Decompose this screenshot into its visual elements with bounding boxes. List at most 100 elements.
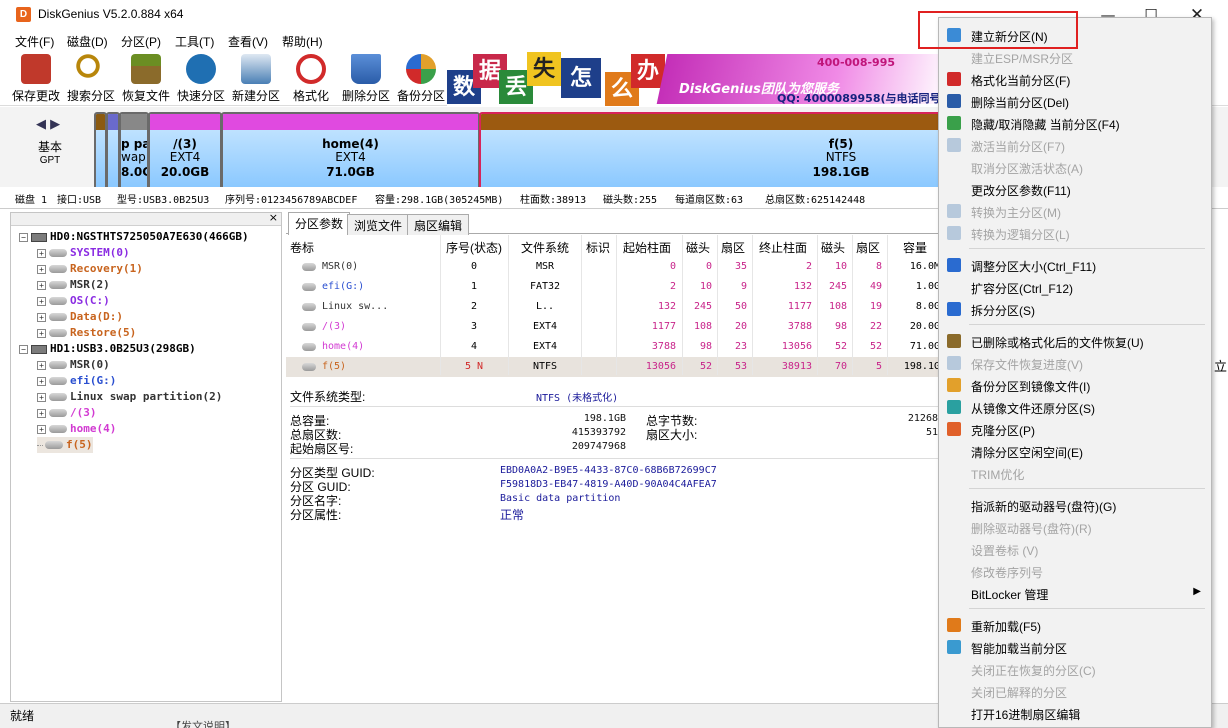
tree-partition-node[interactable]: + Restore(5): [37, 325, 136, 341]
column-header[interactable]: 文件系统: [510, 239, 580, 256]
tab-sector-editor[interactable]: 扇区编辑: [407, 214, 470, 235]
menu-item-label: 修改卷序列号: [971, 566, 1044, 580]
menu-item-label: 更改分区参数(F11): [971, 184, 1071, 198]
tree-close-icon[interactable]: ×: [269, 211, 278, 224]
expand-icon[interactable]: +: [37, 328, 46, 338]
cell-eh: 245: [828, 281, 847, 292]
menu-view[interactable]: 查看(V): [228, 33, 268, 50]
menu-item[interactable]: 扩容分区(Ctrl_F12): [939, 276, 1211, 298]
tree-partition-node[interactable]: + Linux swap partition(2): [37, 389, 222, 405]
collapse-icon[interactable]: −: [19, 232, 28, 242]
promo-banner[interactable]: 数 据 丢 失 怎 么 办 DiskGenius团队为您服务 400-008-9…: [447, 50, 940, 106]
tree-partition-node[interactable]: + Data(D:): [37, 309, 123, 325]
new-partition-button[interactable]: 新建分区: [228, 50, 284, 105]
table-row[interactable]: /(3) 3 EXT4 1177 108 20 3788 98 22 20.0G: [286, 317, 940, 337]
expand-icon[interactable]: +: [37, 424, 46, 434]
menu-item[interactable]: 删除当前分区(Del): [939, 90, 1211, 112]
column-header[interactable]: 标识: [582, 239, 614, 256]
backup-partition-button[interactable]: 备份分区: [393, 50, 449, 105]
total-capacity-value: 198.1GB: [583, 413, 626, 424]
menu-item[interactable]: 拆分分区(S): [939, 298, 1211, 320]
split-icon: [947, 302, 961, 316]
tab-browse-files[interactable]: 浏览文件: [347, 214, 410, 235]
expand-icon[interactable]: +: [37, 280, 46, 290]
table-row[interactable]: f(5) 5 N NTFS 13056 52 53 38913 70 5 198.1G: [286, 357, 940, 377]
search-partition-button[interactable]: 搜索分区: [63, 50, 119, 105]
column-header[interactable]: 终止柱面: [754, 239, 812, 256]
menu-item-label: 备份分区到镜像文件(I): [971, 380, 1091, 394]
column-header[interactable]: 卷标: [290, 239, 438, 256]
menu-item[interactable]: 已删除或格式化后的文件恢复(U): [939, 330, 1211, 352]
column-header[interactable]: 序号(状态): [442, 239, 506, 256]
tree-partition-node[interactable]: + efi(G:): [37, 373, 116, 389]
menu-item[interactable]: 重新加载(F5): [939, 614, 1211, 636]
tree-partition-node[interactable]: + OS(C:): [37, 293, 110, 309]
column-header[interactable]: 容量: [890, 239, 940, 256]
expand-icon[interactable]: +: [37, 264, 46, 274]
column-header[interactable]: 扇区: [719, 239, 747, 256]
menu-tools[interactable]: 工具(T): [175, 33, 214, 50]
cell-label: efi(G:): [322, 281, 365, 292]
menu-file[interactable]: 文件(F): [15, 33, 54, 50]
expand-icon[interactable]: +: [37, 312, 46, 322]
menu-item[interactable]: 打开16进制扇区编辑: [939, 702, 1211, 724]
expand-icon[interactable]: +: [37, 376, 46, 386]
table-row[interactable]: Linux sw... 2 L.. 132 245 50 1177 108 19 8.0G: [286, 297, 940, 317]
menu-separator: [969, 248, 1205, 249]
menu-partition[interactable]: 分区(P): [121, 33, 161, 50]
menu-item[interactable]: 克隆分区(P): [939, 418, 1211, 440]
tree-node-label: /(3): [70, 406, 97, 419]
recover-files-button[interactable]: 恢复文件: [118, 50, 174, 105]
table-row[interactable]: efi(G:) 1 FAT32 2 10 9 132 245 49 1.0G: [286, 277, 940, 297]
partition-block-f[interactable]: f(5) NTFS 198.1GB: [479, 112, 949, 190]
menu-help[interactable]: 帮助(H): [282, 33, 323, 50]
menu-item[interactable]: 更改分区参数(F11): [939, 178, 1211, 200]
menu-item-label: 隐藏/取消隐藏 当前分区(F4): [971, 118, 1120, 132]
expand-icon[interactable]: +: [37, 248, 46, 258]
tab-partition-params[interactable]: 分区参数: [288, 212, 351, 235]
menu-item[interactable]: BitLocker 管理 ▶: [939, 582, 1211, 604]
menu-item[interactable]: 调整分区大小(Ctrl_F11): [939, 254, 1211, 276]
expand-icon[interactable]: +: [37, 360, 46, 370]
menu-item[interactable]: 备份分区到镜像文件(I): [939, 374, 1211, 396]
column-header[interactable]: 起始柱面: [618, 239, 676, 256]
partition-block-efi[interactable]: [106, 112, 120, 190]
table-row[interactable]: home(4) 4 EXT4 3788 98 23 13056 52 52 71.0G: [286, 337, 940, 357]
menu-item[interactable]: 指派新的驱动器号(盘符)(G): [939, 494, 1211, 516]
menu-item-label: 调整分区大小(Ctrl_F11): [971, 260, 1097, 274]
format-button[interactable]: 格式化: [283, 50, 339, 105]
tree-partition-node[interactable]: f(5): [37, 437, 93, 453]
menu-disk[interactable]: 磁盘(D): [67, 33, 108, 50]
partition-block-swap[interactable]: p pa wap p 8.0GI: [119, 112, 149, 190]
cell-label: Linux sw...: [322, 301, 389, 312]
tree-disk-node[interactable]: − HD1:USB3.0B25U3(298GB): [19, 341, 196, 357]
tree-disk-node[interactable]: − HD0:NGSTHTS725050A7E630(466GB): [19, 229, 249, 245]
partition-block-root[interactable]: /(3) EXT4 20.0GB: [148, 112, 222, 190]
expand-icon[interactable]: +: [37, 392, 46, 402]
table-row[interactable]: MSR(0) 0 MSR 0 0 35 2 10 8 16.0M: [286, 257, 940, 277]
partition-block-home[interactable]: home(4) EXT4 71.0GB: [221, 112, 480, 190]
disk-nav-arrows[interactable]: ◀ ▶: [36, 117, 60, 132]
column-header[interactable]: 磁头: [819, 239, 847, 256]
tree-partition-node[interactable]: + MSR(0): [37, 357, 110, 373]
tree-partition-node[interactable]: + Recovery(1): [37, 261, 143, 277]
delete-partition-button[interactable]: 删除分区: [338, 50, 394, 105]
quick-partition-button[interactable]: 快速分区: [173, 50, 229, 105]
column-header[interactable]: 磁头: [684, 239, 712, 256]
disk-capacity: 容量:298.1GB(305245MB): [375, 195, 504, 206]
menu-item[interactable]: 清除分区空闲空间(E): [939, 440, 1211, 462]
menu-item[interactable]: 格式化当前分区(F): [939, 68, 1211, 90]
menu-item[interactable]: 智能加载当前分区: [939, 636, 1211, 658]
tree-partition-node[interactable]: + SYSTEM(0): [37, 245, 130, 261]
expand-icon[interactable]: +: [37, 408, 46, 418]
expand-icon[interactable]: +: [37, 296, 46, 306]
collapse-icon[interactable]: −: [19, 344, 28, 354]
tree-partition-node[interactable]: + home(4): [37, 421, 116, 437]
menu-item[interactable]: 从镜像文件还原分区(S): [939, 396, 1211, 418]
tree-partition-node[interactable]: + MSR(2): [37, 277, 110, 293]
save-changes-button[interactable]: 保存更改: [8, 50, 64, 105]
column-header[interactable]: 扇区: [854, 239, 882, 256]
tree-partition-node[interactable]: + /(3): [37, 405, 97, 421]
disk-tree-panel[interactable]: × − HD0:NGSTHTS725050A7E630(466GB) + SYSTEM…: [10, 211, 282, 702]
menu-item[interactable]: 隐藏/取消隐藏 当前分区(F4): [939, 112, 1211, 134]
